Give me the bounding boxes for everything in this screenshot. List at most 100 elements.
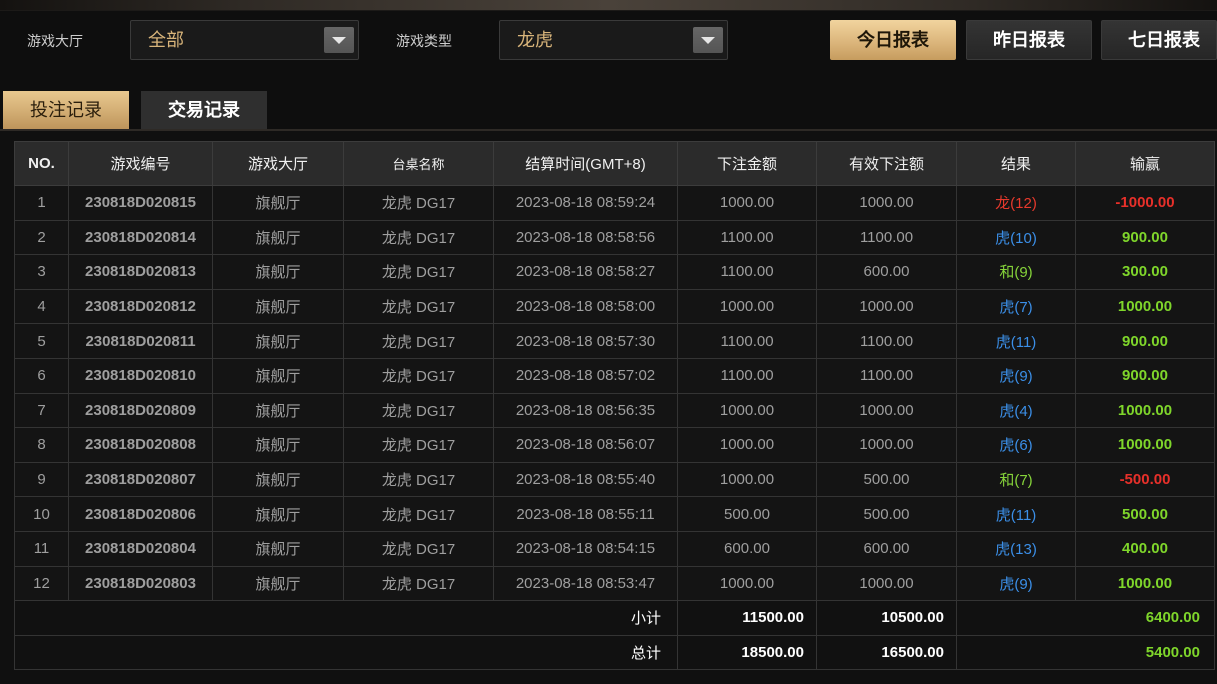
table-row: 1 230818D020815 旗舰厅 龙虎 DG17 2023-08-18 08:59… (14, 185, 1215, 221)
table-name-cell: 龙虎 DG17 (343, 496, 494, 532)
settle-time-cell: 2023-08-18 08:59:24 (493, 185, 678, 221)
row-number-cell: 10 (14, 496, 69, 532)
bet-amount-cell: 1000.00 (677, 392, 817, 429)
hall-cell: 旗舰厅 (212, 461, 344, 498)
column-header-bet-amount: 下注金额 (677, 141, 817, 186)
chevron-down-icon (332, 37, 346, 44)
game-id-link[interactable]: 230818D020809 (68, 392, 213, 429)
game-id-link[interactable]: 230818D020813 (68, 254, 213, 290)
win-loss-cell: 900.00 (1075, 323, 1215, 359)
game-id-link[interactable]: 230818D020815 (68, 185, 213, 221)
hall-cell: 旗舰厅 (212, 496, 344, 532)
table-name-cell: 龙虎 DG17 (343, 427, 494, 463)
column-header-valid-bet: 有效下注额 (816, 141, 957, 186)
bet-amount-cell: 1100.00 (677, 323, 817, 359)
table-row: 8 230818D020808 旗舰厅 龙虎 DG17 2023-08-18 08:56… (14, 427, 1215, 463)
game-id-link[interactable]: 230818D020812 (68, 288, 213, 325)
total-bet-amount: 18500.00 (677, 634, 817, 671)
settle-time-cell: 2023-08-18 08:55:40 (493, 461, 678, 498)
tab-transaction-records[interactable]: 交易记录 (141, 91, 267, 129)
settle-time-cell: 2023-08-18 08:53:47 (493, 565, 678, 602)
result-cell: 虎(7) (956, 288, 1076, 325)
win-loss-cell: 300.00 (1075, 254, 1215, 290)
yesterday-report-button[interactable]: 昨日报表 (966, 20, 1092, 60)
settle-time-cell: 2023-08-18 08:55:11 (493, 496, 678, 532)
row-number-cell: 7 (14, 392, 69, 429)
hall-select-dropdown-button[interactable] (324, 27, 354, 53)
result-cell: 虎(13) (956, 530, 1076, 567)
top-decorative-strip (0, 0, 1217, 11)
row-number-cell: 2 (14, 219, 69, 256)
table-row: 10 230818D020806 旗舰厅 龙虎 DG17 2023-08-18 08:5… (14, 496, 1215, 532)
total-row: 总计 18500.00 16500.00 5400.00 (14, 634, 1215, 671)
hall-filter-label: 游戏大厅 (27, 33, 83, 49)
game-type-select-value: 龙虎 (517, 30, 553, 50)
hall-cell: 旗舰厅 (212, 357, 344, 394)
seven-day-report-button[interactable]: 七日报表 (1101, 20, 1217, 60)
settle-time-cell: 2023-08-18 08:58:56 (493, 219, 678, 256)
table-row: 11 230818D020804 旗舰厅 龙虎 DG17 2023-08-18 08:5… (14, 530, 1215, 567)
game-id-link[interactable]: 230818D020803 (68, 565, 213, 602)
row-number-cell: 5 (14, 323, 69, 359)
hall-cell: 旗舰厅 (212, 565, 344, 602)
total-win-loss: 5400.00 (956, 634, 1215, 671)
game-id-link[interactable]: 230818D020810 (68, 357, 213, 394)
result-cell: 虎(9) (956, 565, 1076, 602)
win-loss-cell: 900.00 (1075, 357, 1215, 394)
win-loss-cell: 1000.00 (1075, 427, 1215, 463)
game-id-link[interactable]: 230818D020814 (68, 219, 213, 256)
today-report-button[interactable]: 今日报表 (830, 20, 956, 60)
valid-bet-cell: 1100.00 (816, 357, 957, 394)
column-header-hall: 游戏大厅 (212, 141, 344, 186)
table-row: 2 230818D020814 旗舰厅 龙虎 DG17 2023-08-18 08:58… (14, 219, 1215, 256)
game-type-select[interactable]: 龙虎 (499, 20, 728, 60)
row-number-cell: 1 (14, 185, 69, 221)
bet-amount-cell: 1000.00 (677, 288, 817, 325)
result-cell: 虎(9) (956, 357, 1076, 394)
win-loss-cell: 1000.00 (1075, 288, 1215, 325)
game-id-link[interactable]: 230818D020807 (68, 461, 213, 498)
table-name-cell: 龙虎 DG17 (343, 254, 494, 290)
bet-amount-cell: 1100.00 (677, 254, 817, 290)
table-name-cell: 龙虎 DG17 (343, 357, 494, 394)
total-label: 总计 (14, 634, 678, 671)
game-id-link[interactable]: 230818D020804 (68, 530, 213, 567)
table-name-cell: 龙虎 DG17 (343, 530, 494, 567)
game-id-link[interactable]: 230818D020806 (68, 496, 213, 532)
subtotal-win-loss: 6400.00 (956, 600, 1215, 636)
table-name-cell: 龙虎 DG17 (343, 323, 494, 359)
game-type-select-dropdown-button[interactable] (693, 27, 723, 53)
bet-amount-cell: 600.00 (677, 530, 817, 567)
column-header-win-loss: 输赢 (1075, 141, 1215, 186)
row-number-cell: 11 (14, 530, 69, 567)
table-name-cell: 龙虎 DG17 (343, 185, 494, 221)
subtotal-bet-amount: 11500.00 (677, 600, 817, 636)
hall-select[interactable]: 全部 (130, 20, 359, 60)
hall-cell: 旗舰厅 (212, 288, 344, 325)
row-number-cell: 6 (14, 357, 69, 394)
table-row: 5 230818D020811 旗舰厅 龙虎 DG17 2023-08-18 08:57… (14, 323, 1215, 359)
valid-bet-cell: 1000.00 (816, 392, 957, 429)
table-name-cell: 龙虎 DG17 (343, 461, 494, 498)
hall-select-value: 全部 (148, 30, 184, 50)
row-number-cell: 8 (14, 427, 69, 463)
result-cell: 龙(12) (956, 185, 1076, 221)
bet-amount-cell: 500.00 (677, 496, 817, 532)
column-header-result: 结果 (956, 141, 1076, 186)
table-row: 12 230818D020803 旗舰厅 龙虎 DG17 2023-08-18 08:5… (14, 565, 1215, 602)
column-header-settle-time: 结算时间(GMT+8) (493, 141, 678, 186)
row-number-cell: 12 (14, 565, 69, 602)
settle-time-cell: 2023-08-18 08:56:07 (493, 427, 678, 463)
table-body: 1 230818D020815 旗舰厅 龙虎 DG17 2023-08-18 08:59… (14, 185, 1215, 602)
game-id-link[interactable]: 230818D020808 (68, 427, 213, 463)
game-id-link[interactable]: 230818D020811 (68, 323, 213, 359)
valid-bet-cell: 1000.00 (816, 185, 957, 221)
table-row: 4 230818D020812 旗舰厅 龙虎 DG17 2023-08-18 08:58… (14, 288, 1215, 325)
settle-time-cell: 2023-08-18 08:58:00 (493, 288, 678, 325)
valid-bet-cell: 600.00 (816, 530, 957, 567)
row-number-cell: 3 (14, 254, 69, 290)
subtotal-valid-bet: 10500.00 (816, 600, 957, 636)
row-number-cell: 4 (14, 288, 69, 325)
settle-time-cell: 2023-08-18 08:56:35 (493, 392, 678, 429)
tab-bet-records[interactable]: 投注记录 (3, 91, 129, 129)
